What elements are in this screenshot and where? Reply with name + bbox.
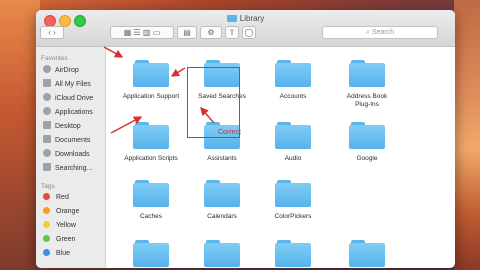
desktop-wallpaper-left (0, 0, 40, 270)
annotation-arrow-top-left (103, 46, 124, 58)
annotation-arrow-bottom (200, 106, 215, 124)
finder-window: Library ‹ › ▦ ☰ ▥ ▭ ▤ ⚙ ⇧ ◯ ⌕ Search Fav… (36, 10, 455, 268)
desktop-wallpaper-right (454, 0, 480, 270)
annotation-arrow-right (170, 67, 186, 77)
annotation-arrow-bottom-left (110, 116, 143, 134)
annotation-arrows (103, 46, 215, 134)
